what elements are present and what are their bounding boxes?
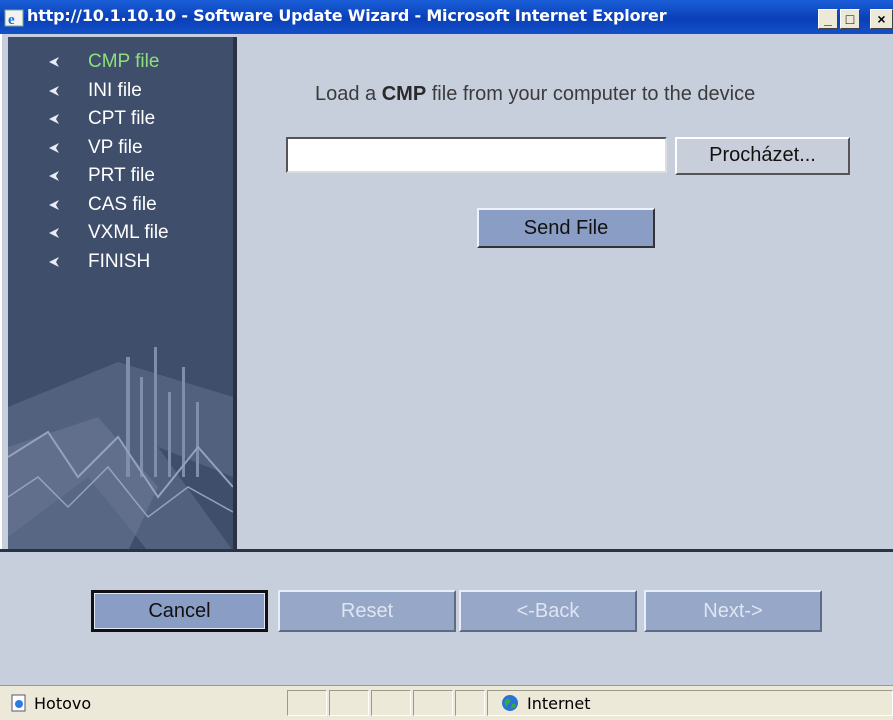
step-vp-file[interactable]: VP file [48, 137, 169, 166]
back-button[interactable]: <-Back [459, 590, 637, 632]
step-label: CMP file [88, 51, 160, 72]
title-bar: e http://10.1.10.10 - Software Update Wi… [0, 0, 893, 34]
bullet-icon [49, 114, 59, 124]
cancel-button[interactable]: Cancel [91, 590, 268, 632]
globe-icon [502, 695, 518, 711]
ie-logo-icon: e [4, 9, 24, 28]
step-label: FINISH [88, 250, 151, 272]
step-cas-file[interactable]: CAS file [48, 194, 169, 223]
next-button[interactable]: Next-> [644, 590, 822, 632]
close-button[interactable]: × [870, 9, 893, 29]
close-icon: × [877, 11, 886, 27]
minimize-icon: _ [824, 11, 832, 27]
page-icon [11, 694, 26, 712]
browse-button[interactable]: Procházet... [675, 137, 850, 175]
step-finish[interactable]: FINISH [48, 251, 169, 280]
status-pane [371, 690, 411, 716]
step-label: CPT file [88, 108, 156, 129]
wizard-steps: CMP file INI file CPT file VP file PRT f… [48, 51, 169, 279]
wizard-content [237, 37, 893, 549]
bullet-icon [49, 256, 59, 267]
status-bar: Hotovo Internet [0, 685, 893, 720]
instruction-text: Load a CMP file from your computer to th… [315, 83, 756, 105]
file-path-input[interactable] [286, 137, 667, 173]
status-pane [455, 690, 485, 716]
window-title: http://10.1.10.10 - Software Update Wiza… [27, 6, 667, 25]
bullet-icon [49, 228, 59, 238]
step-cpt-file[interactable]: CPT file [48, 108, 169, 137]
maximize-button[interactable]: □ [840, 9, 860, 29]
decorative-artwork [8, 347, 233, 551]
wizard-sidebar: CMP file INI file CPT file VP file PRT f… [8, 37, 233, 551]
step-ini-file[interactable]: INI file [48, 80, 169, 109]
status-pane [287, 690, 327, 716]
cancel-label: Cancel [148, 600, 211, 622]
step-label: VXML file [88, 222, 169, 243]
send-file-button[interactable]: Send File [477, 208, 655, 248]
step-label: PRT file [88, 165, 155, 186]
svg-text:e: e [8, 12, 15, 28]
bullet-icon [49, 57, 59, 67]
bullet-icon [49, 142, 59, 153]
step-cmp-file[interactable]: CMP file [48, 51, 169, 80]
status-pane [413, 690, 453, 716]
bullet-icon [49, 85, 59, 96]
status-text: Hotovo [34, 694, 92, 713]
bullet-icon [49, 171, 59, 181]
minimize-button[interactable]: _ [818, 9, 838, 29]
step-vxml-file[interactable]: VXML file [48, 222, 169, 251]
maximize-icon: □ [845, 11, 855, 27]
step-label: CAS file [88, 193, 157, 215]
bullet-icon [49, 199, 59, 210]
step-label: INI file [88, 79, 142, 101]
zone-label: Internet [527, 694, 591, 713]
step-label: VP file [88, 136, 143, 158]
step-prt-file[interactable]: PRT file [48, 165, 169, 194]
status-pane [329, 690, 369, 716]
reset-button[interactable]: Reset [278, 590, 456, 632]
